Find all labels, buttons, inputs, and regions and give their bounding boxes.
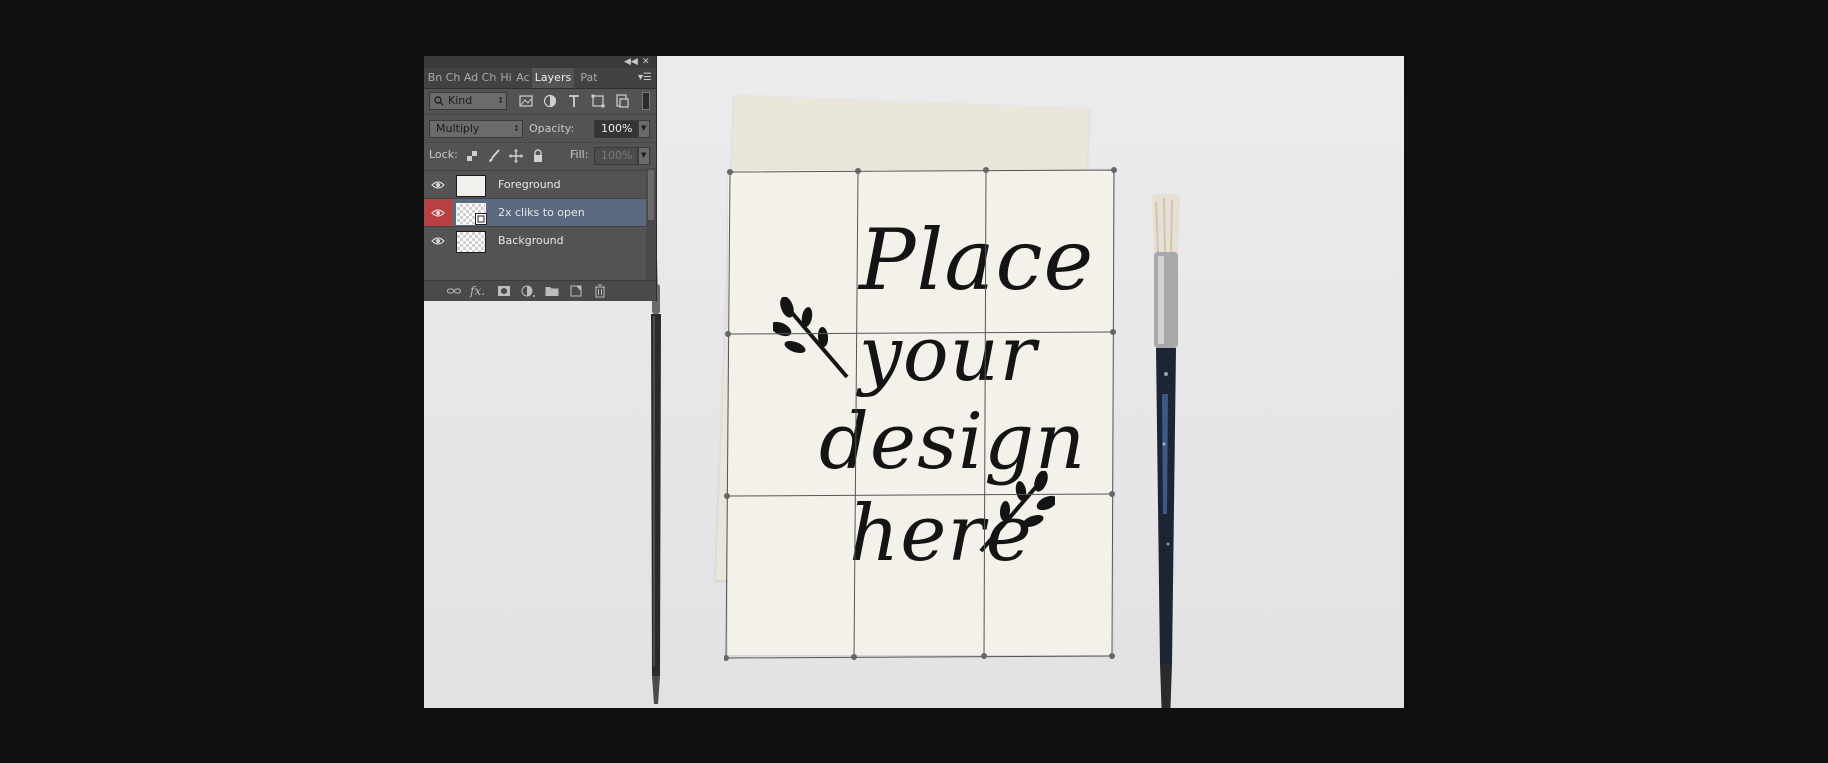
panel-title-bar: ◀◀ ✕ bbox=[424, 56, 656, 68]
delete-layer-trash-icon[interactable] bbox=[592, 283, 608, 299]
lock-transparent-pixels-icon[interactable] bbox=[464, 148, 480, 164]
transform-handle[interactable] bbox=[1109, 653, 1115, 659]
layer-name: 2x cliks to open bbox=[498, 206, 585, 219]
fill-slider-button[interactable]: ▼ bbox=[638, 147, 650, 165]
lock-row: Lock: Fill: 100% ▼ bbox=[424, 142, 656, 169]
lock-image-pixels-icon[interactable] bbox=[486, 148, 502, 164]
close-icon[interactable]: ✕ bbox=[642, 56, 650, 68]
tab-channels[interactable]: Ch bbox=[480, 68, 498, 88]
transform-handle[interactable] bbox=[855, 168, 861, 174]
transform-handle[interactable] bbox=[725, 331, 731, 337]
lock-label: Lock: bbox=[429, 148, 458, 161]
lock-position-icon[interactable] bbox=[508, 148, 524, 164]
opacity-label: Opacity: bbox=[529, 122, 575, 135]
transform-handle[interactable] bbox=[981, 653, 987, 659]
tab-adjustments[interactable]: Ad bbox=[462, 68, 480, 88]
opacity-value: 100% bbox=[601, 122, 633, 135]
fill-value: 100% bbox=[601, 149, 633, 162]
opacity-slider-button[interactable]: ▼ bbox=[638, 120, 650, 138]
tab-actions[interactable]: Ac bbox=[514, 68, 532, 88]
type-layer-filter-icon[interactable] bbox=[566, 93, 582, 109]
shape-layer-filter-icon[interactable] bbox=[590, 93, 606, 109]
lock-all-icon[interactable] bbox=[530, 148, 546, 164]
blend-mode-value: Multiply bbox=[436, 122, 480, 135]
tab-brush[interactable]: Bn bbox=[426, 68, 444, 88]
stepper-arrows-icon: ↕ bbox=[513, 124, 520, 133]
layers-footer-toolbar: fx. bbox=[424, 280, 656, 301]
smart-object-badge-icon bbox=[475, 213, 487, 225]
fill-input[interactable]: 100% bbox=[594, 147, 638, 165]
filter-toggle-switch[interactable] bbox=[642, 92, 650, 110]
layer-row-foreground[interactable]: Foreground bbox=[424, 170, 646, 199]
adjustment-layer-filter-icon[interactable] bbox=[542, 93, 558, 109]
smart-object-filter-icon[interactable] bbox=[614, 93, 630, 109]
search-icon bbox=[434, 96, 444, 106]
filter-kind-label: Kind bbox=[448, 94, 473, 107]
transform-handle[interactable] bbox=[983, 167, 989, 173]
transform-handle[interactable] bbox=[851, 654, 857, 660]
visibility-eye-icon[interactable] bbox=[424, 171, 452, 199]
new-layer-icon[interactable] bbox=[568, 283, 584, 299]
visibility-eye-icon[interactable] bbox=[424, 227, 452, 255]
filter-kind-select[interactable]: Kind ↕ bbox=[429, 92, 507, 110]
layers-scrollbar[interactable] bbox=[646, 168, 656, 280]
blend-row: Multiply ↕ Opacity: 100% ▼ bbox=[424, 114, 656, 143]
layer-thumbnail bbox=[456, 175, 486, 197]
fx-button[interactable]: fx. bbox=[470, 283, 492, 299]
calligraphy-pen bbox=[651, 256, 661, 704]
scrollbar-thumb[interactable] bbox=[648, 170, 654, 220]
transform-handle[interactable] bbox=[1110, 329, 1116, 335]
transform-handle[interactable] bbox=[724, 493, 730, 499]
visibility-eye-icon[interactable] bbox=[424, 199, 452, 227]
stepper-arrows-icon: ↕ bbox=[497, 96, 504, 105]
pixel-layer-filter-icon[interactable] bbox=[518, 93, 534, 109]
tab-paths[interactable]: Pat bbox=[574, 68, 604, 88]
new-group-folder-icon[interactable] bbox=[544, 283, 560, 299]
layer-row-background[interactable]: Background bbox=[424, 226, 646, 255]
filter-row: Kind ↕ bbox=[424, 88, 656, 114]
blend-mode-select[interactable]: Multiply ↕ bbox=[429, 120, 523, 138]
layer-thumbnail bbox=[456, 231, 486, 253]
free-transform-grid[interactable] bbox=[724, 166, 1119, 661]
tab-history[interactable]: Hi bbox=[498, 68, 514, 88]
paint-brush bbox=[1152, 194, 1180, 708]
tab-character[interactable]: Ch bbox=[444, 68, 462, 88]
fill-label: Fill: bbox=[570, 148, 589, 161]
opacity-input[interactable]: 100% bbox=[594, 120, 638, 138]
transform-handle[interactable] bbox=[1109, 491, 1115, 497]
panel-menu-icon[interactable]: ▾☰ bbox=[638, 68, 652, 88]
layer-name: Background bbox=[498, 234, 564, 247]
transform-handle[interactable] bbox=[1111, 167, 1117, 173]
panel-tabs: Bn Ch Ad Ch Hi Ac Layers Pat ▾☰ bbox=[424, 68, 656, 89]
layer-row-smart-object[interactable]: 2x cliks to open bbox=[424, 198, 646, 227]
add-mask-icon[interactable] bbox=[496, 283, 512, 299]
layers-panel: ◀◀ ✕ Bn Ch Ad Ch Hi Ac Layers Pat ▾☰ Kin… bbox=[424, 56, 657, 301]
new-adjustment-layer-icon[interactable] bbox=[520, 283, 536, 299]
tab-layers[interactable]: Layers bbox=[532, 68, 574, 88]
transform-handle[interactable] bbox=[727, 169, 733, 175]
link-layers-icon[interactable] bbox=[446, 283, 462, 299]
transform-handle[interactable] bbox=[724, 655, 729, 661]
collapse-icon[interactable]: ◀◀ bbox=[624, 56, 638, 68]
layer-name: Foreground bbox=[498, 178, 561, 191]
